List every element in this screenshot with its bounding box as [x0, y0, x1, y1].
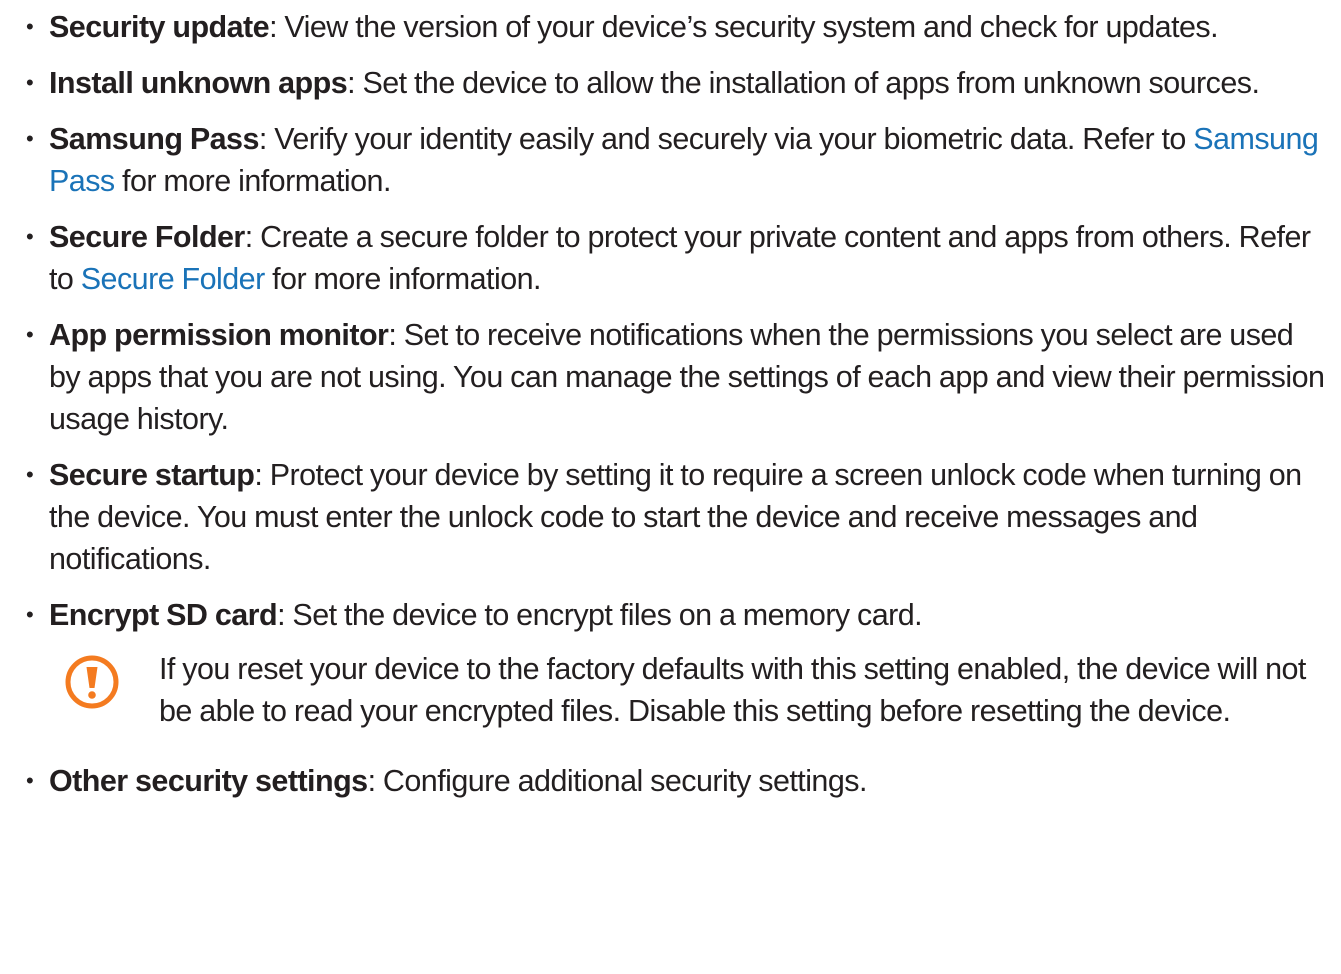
list-item-security-update: • Security update: View the version of y… — [0, 6, 1341, 48]
bullet: • — [26, 602, 34, 627]
item-description: : Configure additional security settings… — [367, 764, 868, 798]
item-description: : View the version of your device’s secu… — [269, 10, 1219, 44]
bullet: • — [26, 14, 34, 39]
caution-note: If you reset your device to the factory … — [0, 648, 1341, 732]
list-item-encrypt-sd-card: • Encrypt SD card: Set the device to enc… — [0, 594, 1341, 636]
bullet: • — [26, 126, 34, 151]
bullet: • — [26, 768, 34, 793]
item-description: : Verify your identity easily and secure… — [258, 122, 1194, 156]
caution-text: If you reset your device to the factory … — [159, 652, 1306, 728]
bullet: • — [26, 70, 34, 95]
document-page: • Security update: View the version of y… — [0, 0, 1341, 974]
list-item-other-security-settings: • Other security settings: Configure add… — [0, 760, 1341, 802]
item-term: Encrypt SD card — [49, 598, 278, 632]
item-term: Secure startup — [49, 458, 255, 492]
bullet: • — [26, 224, 34, 249]
bullet: • — [26, 462, 34, 487]
list-item-samsung-pass: • Samsung Pass: Verify your identity eas… — [0, 118, 1341, 202]
list-item-app-permission-monitor: • App permission monitor: Set to receive… — [0, 314, 1341, 440]
item-term: Security update — [49, 10, 270, 44]
item-term: Install unknown apps — [49, 66, 348, 100]
bullet: • — [26, 322, 34, 347]
item-description-end: for more information. — [114, 164, 391, 198]
secure-folder-link[interactable]: Secure Folder — [81, 262, 265, 296]
item-description-end: for more information. — [264, 262, 541, 296]
list-item-install-unknown-apps: • Install unknown apps: Set the device t… — [0, 62, 1341, 104]
list-item-secure-startup: • Secure startup: Protect your device by… — [0, 454, 1341, 580]
item-term: App permission monitor — [49, 318, 389, 352]
item-description: : Set the device to encrypt files on a m… — [277, 598, 923, 632]
list-item-secure-folder: • Secure Folder: Create a secure folder … — [0, 216, 1341, 300]
caution-icon — [65, 655, 119, 709]
item-description: : Set the device to allow the installati… — [347, 66, 1260, 100]
item-term: Samsung Pass — [49, 122, 259, 156]
item-term: Secure Folder — [49, 220, 245, 254]
item-term: Other security settings — [49, 764, 368, 798]
